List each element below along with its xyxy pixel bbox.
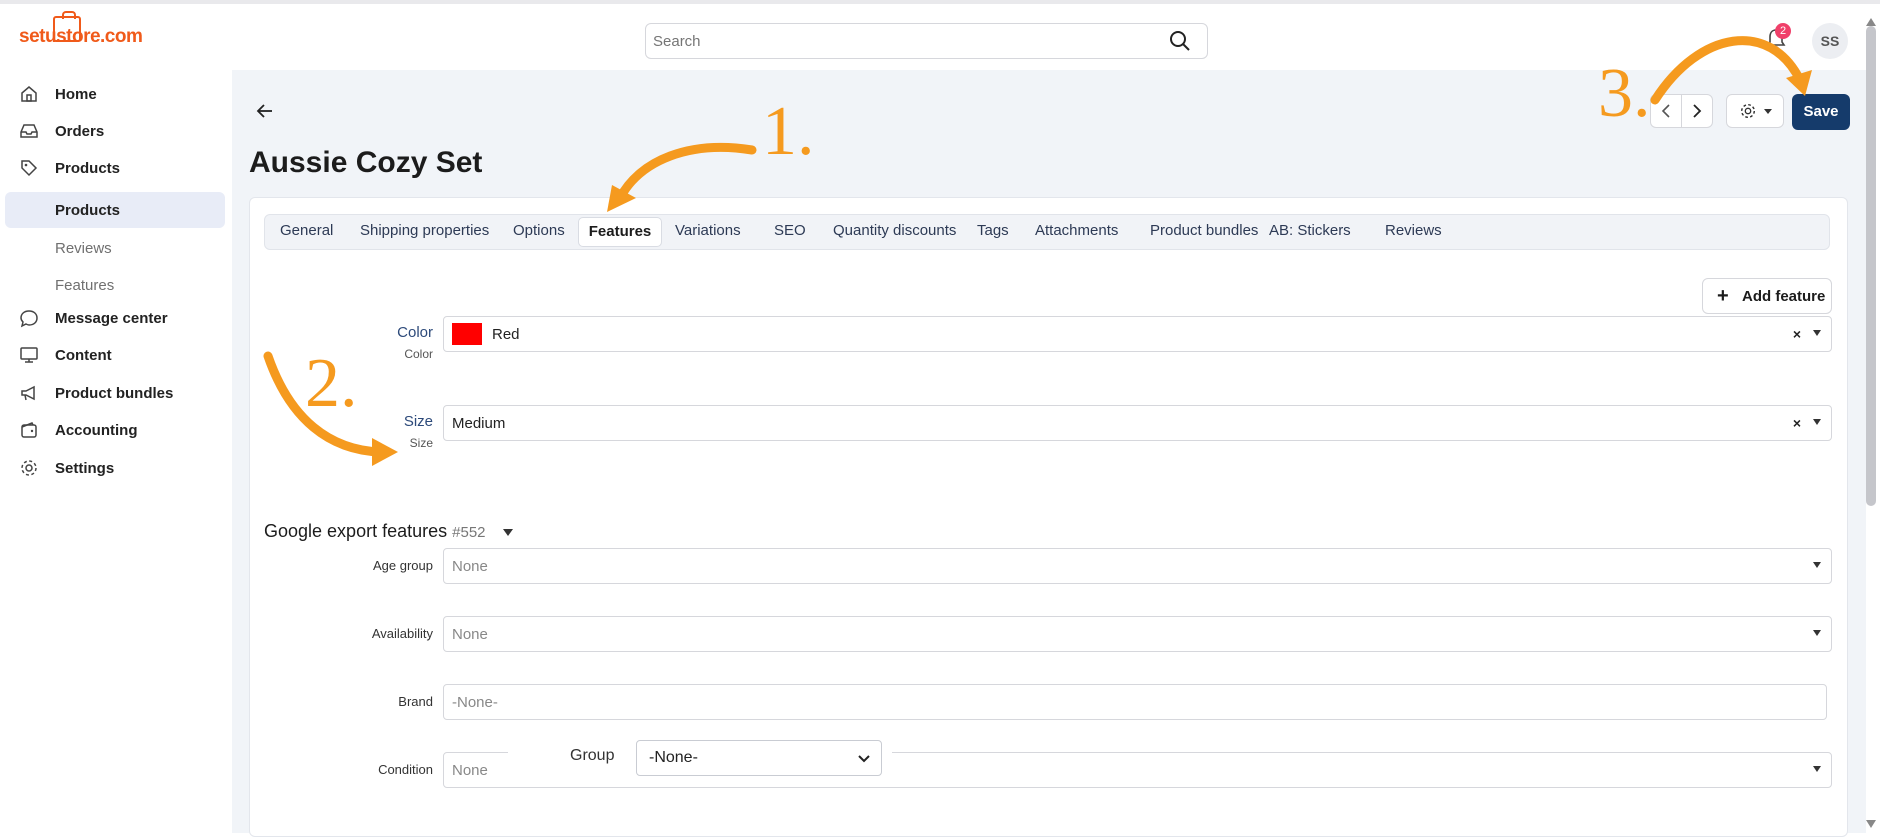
annotation-arrows xyxy=(263,36,1812,466)
